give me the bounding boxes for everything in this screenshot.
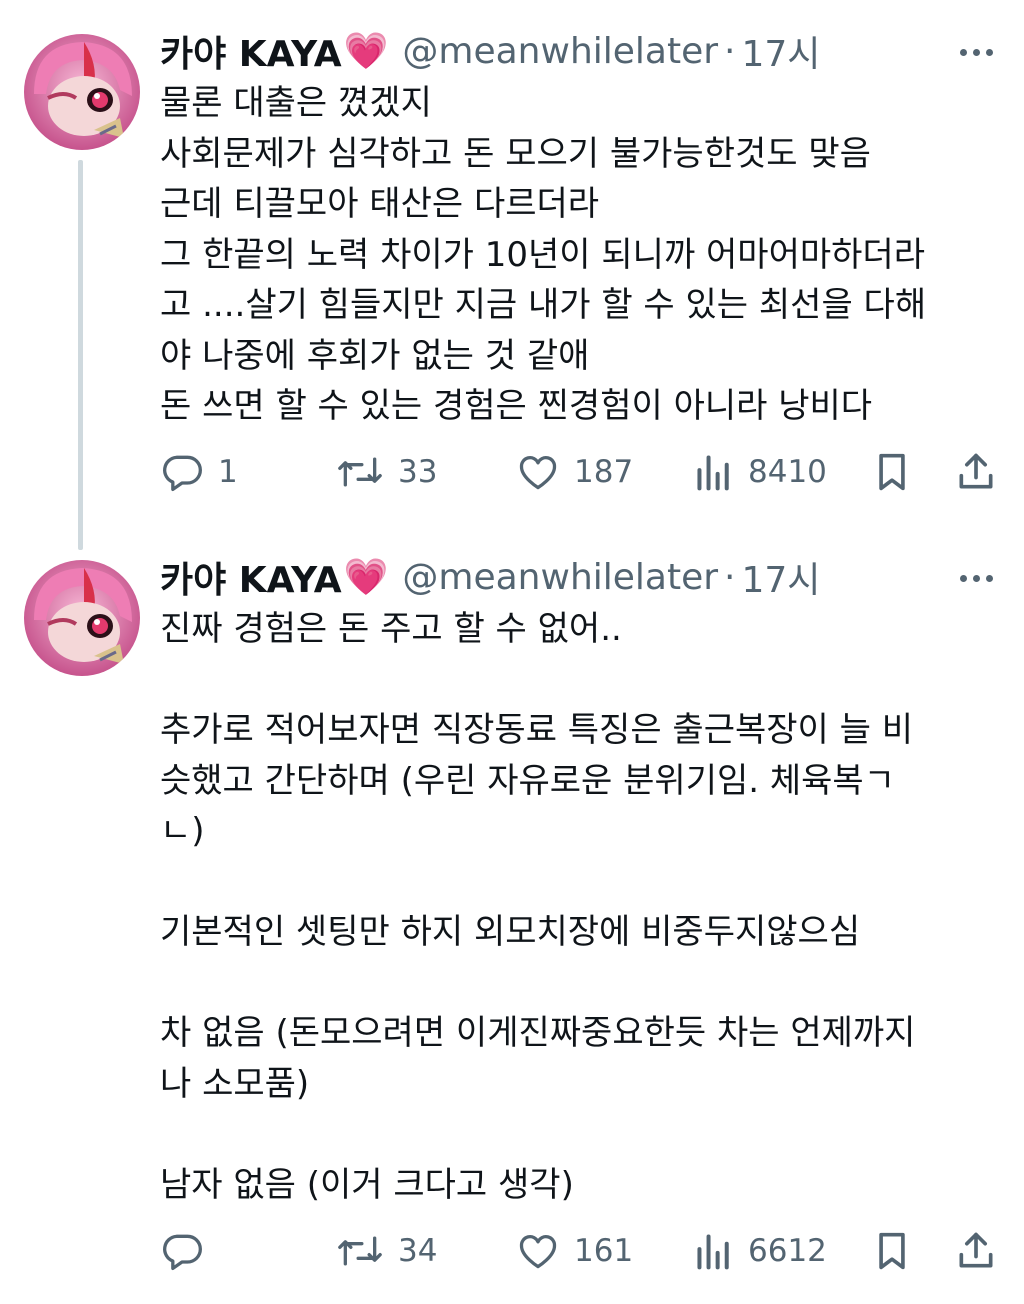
views-button[interactable]: 6612 [694, 1221, 827, 1281]
separator-dot: · [724, 556, 736, 598]
retweet-button[interactable]: 34 [336, 1221, 437, 1281]
thread-line [78, 160, 83, 550]
avatar[interactable] [24, 560, 140, 676]
views-count: 6612 [748, 1233, 827, 1269]
retweet-count: 33 [398, 454, 438, 490]
tweet-time[interactable]: 17시 [742, 25, 821, 77]
bookmark-button[interactable] [872, 442, 912, 502]
retweet-icon [336, 1229, 384, 1273]
more-icon[interactable] [956, 42, 996, 62]
heart-emoji: 💗 [343, 557, 389, 598]
tweet-time[interactable]: 17시 [742, 551, 821, 603]
author-handle[interactable]: @meanwhilelater [402, 557, 718, 598]
reply-icon [160, 1229, 204, 1273]
like-count: 161 [574, 1233, 634, 1269]
retweet-count: 34 [398, 1233, 438, 1269]
views-icon [694, 450, 734, 494]
reply-icon [160, 450, 204, 494]
more-icon[interactable] [956, 568, 996, 588]
views-icon [694, 1229, 734, 1273]
author-name[interactable]: 카야 KAYA [160, 25, 342, 77]
separator-dot: · [724, 30, 736, 72]
reply-button[interactable] [160, 1221, 218, 1281]
tweet-text: 물론 대출은 꼈겠지 사회문제가 심각하고 돈 모으기 불가능한것도 맞음 근데… [160, 83, 927, 426]
reply-button[interactable]: 1 [160, 442, 238, 502]
bookmark-icon [872, 450, 912, 494]
bookmark-icon [872, 1229, 912, 1273]
share-icon [954, 450, 998, 494]
tweet-header: 카야 KAYA 💗 @meanwhilelater · 17시 [160, 26, 820, 76]
heart-icon [516, 1229, 560, 1273]
views-button[interactable]: 8410 [694, 442, 827, 502]
like-button[interactable]: 161 [516, 1221, 633, 1281]
retweet-button[interactable]: 33 [336, 442, 437, 502]
tweet-text: 진짜 경험은 돈 주고 할 수 없어.. 추가로 적어보자면 직장동료 특징은 … [160, 609, 916, 1205]
share-button[interactable] [954, 442, 998, 502]
reply-count: 1 [218, 454, 238, 490]
tweet-actions: 34 161 6612 [160, 1221, 1000, 1281]
tweet-actions: 1 33 187 8410 [160, 442, 1000, 502]
bookmark-button[interactable] [872, 1221, 912, 1281]
heart-icon [516, 450, 560, 494]
like-button[interactable]: 187 [516, 442, 633, 502]
share-icon [954, 1229, 998, 1273]
views-count: 8410 [748, 454, 827, 490]
author-name[interactable]: 카야 KAYA [160, 551, 342, 603]
avatar[interactable] [24, 34, 140, 150]
tweet-header: 카야 KAYA 💗 @meanwhilelater · 17시 [160, 552, 820, 602]
like-count: 187 [574, 454, 634, 490]
retweet-icon [336, 450, 384, 494]
heart-emoji: 💗 [343, 31, 389, 72]
share-button[interactable] [954, 1221, 998, 1281]
author-handle[interactable]: @meanwhilelater [402, 31, 718, 72]
